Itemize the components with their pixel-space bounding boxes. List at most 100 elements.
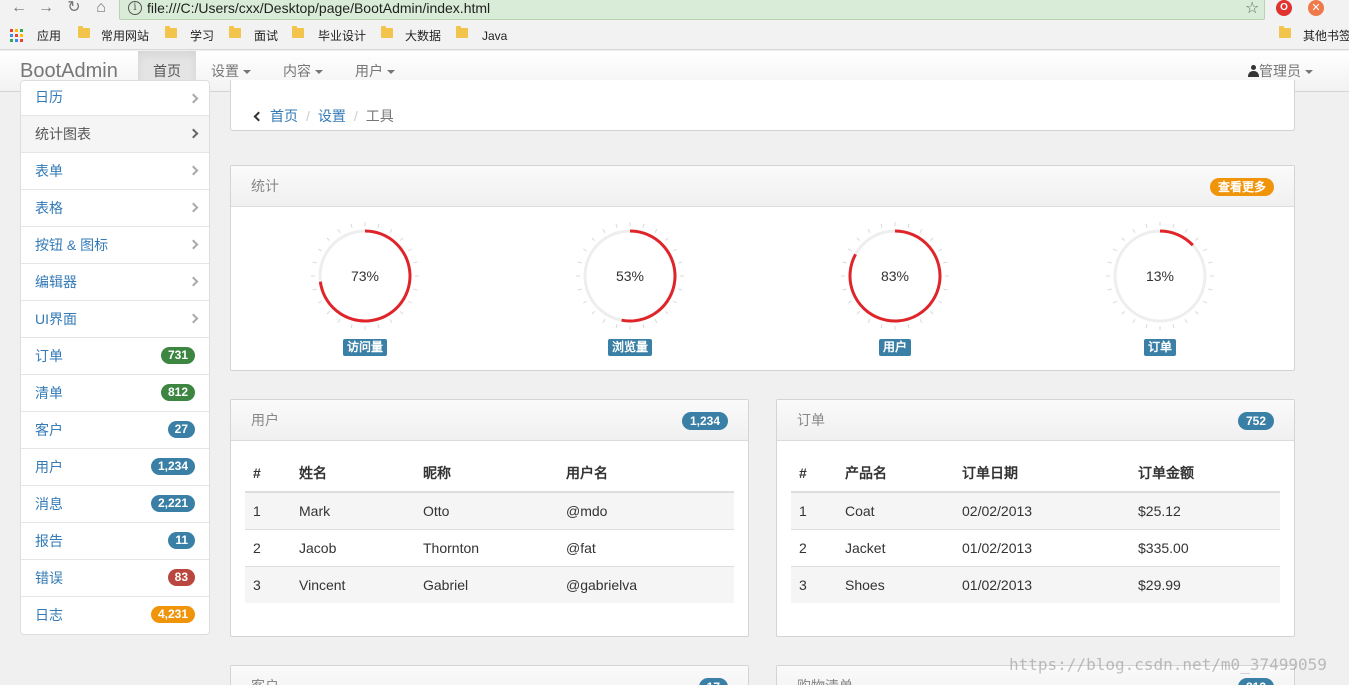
back-arrow-icon[interactable]: ← bbox=[8, 0, 30, 18]
extension-icon[interactable]: O bbox=[1276, 0, 1292, 16]
dial-value: 83% bbox=[880, 268, 910, 284]
folder-icon bbox=[78, 26, 90, 38]
apps-grid-dot bbox=[15, 39, 18, 42]
table-header-row: # 姓名 昵称 用户名 bbox=[245, 455, 734, 493]
sidebar-item-label: 按钮 & 图标 bbox=[35, 237, 109, 253]
dial-tick bbox=[615, 223, 618, 228]
apps-grid-icon[interactable] bbox=[10, 29, 23, 42]
sidebar-item[interactable]: 用户 1,234 bbox=[21, 449, 209, 486]
address-url[interactable]: file:///C:/Users/cxx/Desktop/page/BootAd… bbox=[147, 0, 490, 17]
dial-tick bbox=[337, 319, 341, 324]
count-badge: 1,234 bbox=[150, 458, 195, 475]
nav-label: 设置 bbox=[211, 63, 239, 79]
dial-tick bbox=[1195, 311, 1199, 315]
sidebar-item-label: 报告 bbox=[35, 533, 63, 549]
dial-tick bbox=[317, 248, 322, 252]
panel-title: 订单 bbox=[797, 412, 825, 428]
table-cell: Jacket bbox=[837, 528, 954, 566]
dial-progress-arc bbox=[1159, 229, 1194, 247]
breadcrumb-settings[interactable]: 设置 bbox=[318, 108, 346, 124]
dial-tick bbox=[1203, 300, 1208, 304]
bookmark-item[interactable]: 大数据 bbox=[405, 28, 441, 44]
sidebar-item[interactable]: 报告 11 bbox=[21, 523, 209, 560]
sidebar-item[interactable]: 统计图表 bbox=[21, 116, 209, 153]
sidebar-item[interactable]: 按钮 & 图标 bbox=[21, 227, 209, 264]
bookmark-item[interactable]: 毕业设计 bbox=[318, 28, 366, 44]
dial-tick bbox=[842, 288, 847, 291]
dial-tick bbox=[413, 261, 418, 264]
dial-value: 53% bbox=[615, 268, 645, 284]
dial-tick bbox=[930, 311, 934, 315]
sidebar-item[interactable]: 错误 83 bbox=[21, 560, 209, 597]
dial-tick bbox=[389, 228, 393, 233]
sidebar-item[interactable]: UI界面 bbox=[21, 301, 209, 338]
extension-icon[interactable]: ✕ bbox=[1308, 0, 1324, 16]
dial-tick bbox=[842, 261, 847, 264]
dial-tick bbox=[1112, 248, 1117, 252]
breadcrumb-separator: / bbox=[353, 108, 358, 124]
dial-tick bbox=[847, 248, 852, 252]
orders-table: # 产品名 订单日期 订单金额 1 Coat 02/02/2013 $25.12 2 Jacket… bbox=[791, 455, 1280, 603]
dial-tick bbox=[1112, 300, 1117, 304]
dial-tick bbox=[408, 248, 413, 252]
reload-icon[interactable]: ↻ bbox=[63, 0, 85, 18]
table-cell: Thornton bbox=[415, 528, 558, 566]
dial-value: 73% bbox=[350, 268, 380, 284]
bookmark-star-icon[interactable]: ☆ bbox=[1245, 0, 1259, 17]
sidebar-item[interactable]: 日历 bbox=[21, 81, 209, 116]
watermark: https://blog.csdn.net/m0_37499059 bbox=[1009, 655, 1327, 674]
sidebar-menu: 日历统计图表表单 表格按钮 & 图标编辑器 UI界面 订单 731 清单 812 客户 27 用户… bbox=[20, 80, 210, 635]
folder-icon bbox=[229, 26, 241, 38]
count-badge: 812 bbox=[1237, 678, 1274, 685]
column-header: 昵称 bbox=[415, 455, 558, 493]
bookmark-item[interactable]: Java bbox=[482, 28, 507, 44]
panel-header: 统计 查看更多 bbox=[231, 166, 1294, 207]
sidebar-item[interactable]: 客户 27 bbox=[21, 412, 209, 449]
sidebar-item[interactable]: 清单 812 bbox=[21, 375, 209, 412]
bookmark-item[interactable]: 常用网站 bbox=[101, 28, 149, 44]
dial-tick bbox=[1172, 324, 1175, 329]
column-header: 订单日期 bbox=[954, 455, 1130, 493]
dial-tick bbox=[337, 228, 341, 233]
sidebar-item[interactable]: 消息 2,221 bbox=[21, 486, 209, 523]
sidebar-item[interactable]: 订单 731 bbox=[21, 338, 209, 375]
bookmark-apps[interactable]: 应用 bbox=[37, 28, 61, 44]
dial-tick bbox=[350, 223, 353, 228]
sidebar-item[interactable]: 日志 4,231 bbox=[21, 597, 209, 634]
dial-tick bbox=[1172, 223, 1175, 228]
bookmark-item[interactable]: 面试 bbox=[254, 28, 278, 44]
table-cell: Mark bbox=[291, 491, 415, 529]
table-cell: 3 bbox=[791, 565, 837, 603]
sidebar-item[interactable]: 表格 bbox=[21, 190, 209, 227]
stats-panel: 统计 查看更多 73% 访问量 53% 浏览量 83% 用户 13% 订单 bbox=[230, 165, 1295, 371]
dial-label: 浏览量 bbox=[607, 339, 653, 356]
column-header: 用户名 bbox=[558, 455, 734, 493]
bookmark-other[interactable]: 其他书签 bbox=[1303, 28, 1349, 44]
stat-dial: 73% bbox=[310, 221, 420, 331]
table-cell: Otto bbox=[415, 491, 558, 529]
dial-label: 订单 bbox=[1143, 339, 1177, 356]
chevron-right-icon bbox=[188, 165, 199, 176]
address-bar[interactable]: i file:///C:/Users/cxx/Desktop/page/Boot… bbox=[119, 0, 1265, 20]
chevron-left-icon[interactable] bbox=[253, 111, 264, 122]
table-cell: 01/02/2013 bbox=[954, 565, 1130, 603]
dial-tick bbox=[665, 237, 669, 241]
panel-title: 购物清单 bbox=[797, 666, 853, 685]
sidebar-item-label: 统计图表 bbox=[35, 126, 91, 142]
home-icon[interactable]: ⌂ bbox=[90, 0, 112, 18]
sidebar-item-label: 订单 bbox=[35, 348, 63, 364]
dial-tick bbox=[1203, 248, 1208, 252]
sidebar-item[interactable]: 编辑器 bbox=[21, 264, 209, 301]
info-icon[interactable]: i bbox=[128, 1, 142, 15]
dial-tick bbox=[1195, 237, 1199, 241]
breadcrumb-home[interactable]: 首页 bbox=[270, 108, 298, 124]
forward-arrow-icon[interactable]: → bbox=[35, 0, 57, 18]
dial-tick bbox=[856, 311, 860, 315]
view-more-badge[interactable]: 查看更多 bbox=[1209, 178, 1274, 196]
sidebar-item[interactable]: 表单 bbox=[21, 153, 209, 190]
dial-tick bbox=[1132, 319, 1136, 324]
table-cell: 02/02/2013 bbox=[954, 491, 1130, 529]
orders-panel: 订单 752 # 产品名 订单日期 订单金额 1 Coat 02/02/2013 $25.12… bbox=[776, 399, 1295, 637]
caret-down-icon bbox=[1305, 70, 1313, 75]
bookmark-item[interactable]: 学习 bbox=[190, 28, 214, 44]
